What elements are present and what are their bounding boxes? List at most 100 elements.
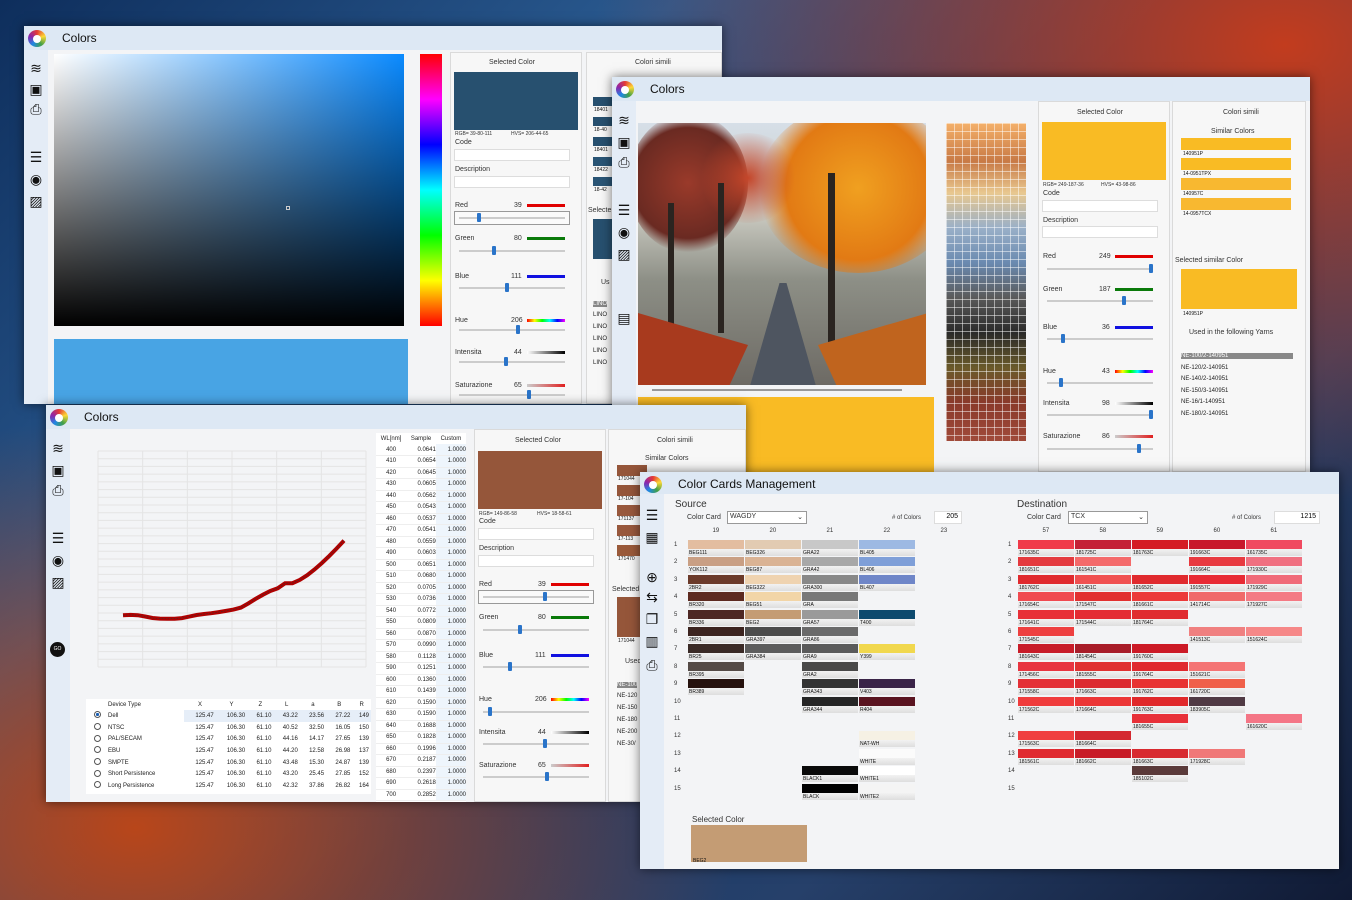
color-card-cell[interactable]: BLACK1 (802, 766, 858, 783)
spectrum-cell[interactable]: 0.2187 (406, 754, 436, 767)
yarn-item[interactable]: LINO (593, 348, 607, 354)
yarn-item[interactable]: NE-150 (617, 705, 637, 711)
color-card-cell[interactable]: GRA344 (802, 696, 858, 713)
print-icon[interactable]: ⎙ (615, 155, 633, 169)
color-card-cell[interactable]: GRA343 (802, 679, 858, 696)
spectrum-cell[interactable]: 0.0603 (406, 547, 436, 560)
color-card-cell[interactable]: BR320 (688, 592, 744, 609)
red-slider[interactable] (459, 213, 565, 222)
spectrum-cell[interactable]: 0.0654 (406, 455, 436, 468)
picker-icon[interactable]: ◉ (27, 172, 45, 186)
spectrum-cell[interactable]: 540 (376, 605, 407, 617)
print-icon[interactable]: ⎙ (643, 658, 661, 672)
similar-code[interactable]: 140951P (1183, 151, 1203, 157)
spectrum-cell[interactable]: 0.1590 (406, 697, 436, 709)
similar-code[interactable]: 14-0957TCX (1183, 211, 1211, 217)
spectrum-row[interactable]: 700 0.2852 1.0000 (376, 789, 466, 801)
code-field[interactable] (478, 528, 594, 540)
spectrum-row[interactable]: 670 0.2187 1.0000 (376, 754, 466, 767)
yarn-item[interactable]: NE-180 (617, 717, 637, 723)
delete-icon[interactable]: ▥ (643, 634, 661, 648)
color-card-cell[interactable]: BR389 (688, 679, 744, 696)
description-field[interactable] (454, 176, 570, 188)
spectrum-row[interactable]: 560 0.0870 1.0000 (376, 628, 466, 640)
spectrum-cell[interactable]: 0.1128 (406, 651, 436, 663)
spectrum-cell[interactable]: 480 (376, 536, 407, 548)
spectrum-cell[interactable]: 0.0562 (406, 490, 436, 502)
color-card-cell[interactable]: WHITE2 (859, 783, 915, 800)
go-button[interactable]: GO (50, 642, 65, 657)
spectrum-cell[interactable]: 1.0000 (435, 582, 466, 594)
blue-slider[interactable] (483, 662, 589, 671)
color-card-cell[interactable]: 161735C (1246, 540, 1302, 556)
spectrum-row[interactable]: 480 0.0559 1.0000 (376, 536, 466, 548)
spectrum-cell[interactable]: 670 (376, 754, 407, 767)
hue-slider[interactable] (459, 325, 565, 334)
print-icon[interactable]: ⎙ (27, 102, 45, 116)
color-card-cell[interactable]: BLACK (802, 783, 858, 800)
color-card-cell[interactable]: 181664C (1075, 731, 1131, 748)
code-field[interactable] (1042, 200, 1158, 212)
color-card-cell[interactable]: 161451C (1075, 574, 1131, 591)
color-card-cell[interactable]: 2BR2 (688, 574, 744, 591)
yarn-item[interactable]: NE-180/2-140951 (1181, 411, 1228, 417)
spectrum-row[interactable]: 460 0.0537 1.0000 (376, 513, 466, 525)
color-card-cell[interactable]: WHITE1 (859, 766, 915, 783)
spectrum-cell[interactable]: 530 (376, 593, 407, 606)
color-card-cell[interactable]: 181661C (1132, 592, 1188, 609)
color-card-cell[interactable]: NAT-WH (859, 731, 915, 748)
similar-code[interactable]: 14-0951TPX (1183, 171, 1211, 177)
device-radio[interactable] (86, 745, 108, 757)
yarn-item[interactable]: NE-200 (617, 729, 637, 735)
spectrum-cell[interactable]: 0.0537 (406, 513, 436, 525)
spectrum-row[interactable]: 520 0.0705 1.0000 (376, 582, 466, 594)
spectrum-cell[interactable]: 580 (376, 651, 407, 663)
spectrum-cell[interactable]: 1.0000 (435, 501, 466, 514)
color-card-cell[interactable]: 161620C (1246, 714, 1302, 730)
spectrum-cell[interactable]: 1.0000 (435, 777, 466, 790)
similar-code[interactable]: 18-40 (594, 127, 607, 133)
spectrum-cell[interactable]: 0.1360 (406, 674, 436, 686)
color-card-cell[interactable]: 171929C (1246, 574, 1302, 591)
color-card-cell[interactable]: BEG2 (745, 609, 801, 626)
color-card-cell[interactable]: BL407 (859, 574, 915, 591)
spectrum-cell[interactable]: 1.0000 (435, 766, 466, 778)
spectrum-row[interactable]: 570 0.0990 1.0000 (376, 639, 466, 652)
color-card-cell[interactable]: 171562C (1018, 696, 1074, 713)
spectrum-cell[interactable]: 0.0809 (406, 616, 436, 629)
spectrum-cell[interactable]: 420 (376, 467, 407, 479)
spectrum-cell[interactable]: 1.0000 (435, 444, 466, 456)
color-card-cell[interactable]: BEG51 (745, 592, 801, 609)
green-slider[interactable] (1047, 296, 1153, 305)
device-row[interactable]: PAL/SECAM 125.47 106.30 61.10 44.16 14.17 27.6… (86, 733, 371, 745)
color-card-cell[interactable]: GRA22 (802, 540, 858, 556)
color-card-cell[interactable]: 181762C (1018, 574, 1074, 591)
similar-code[interactable]: 171470 (618, 556, 635, 562)
spectrum-cell[interactable]: 1.0000 (435, 708, 466, 721)
spectrum-cell[interactable]: 1.0000 (435, 720, 466, 732)
spectrum-cell[interactable]: 1.0000 (435, 789, 466, 801)
color-card-cell[interactable]: BL405 (859, 540, 915, 556)
spectrum-cell[interactable]: 0.0641 (406, 444, 436, 456)
spectrum-cell[interactable]: 0.2852 (406, 789, 436, 801)
spectrum-cell[interactable]: 0.1996 (406, 743, 436, 755)
spectrum-cell[interactable]: 0.0870 (406, 628, 436, 640)
field-cursor[interactable] (286, 206, 290, 210)
spectrum-cell[interactable]: 0.1688 (406, 720, 436, 732)
device-row[interactable]: Long Persistence 125.47 106.30 61.10 42.32 37… (86, 780, 371, 792)
spectrum-cell[interactable]: 1.0000 (435, 593, 466, 606)
color-card-cell[interactable]: 2BR1 (688, 627, 744, 643)
spectrum-cell[interactable]: 460 (376, 513, 407, 525)
color-card-cell[interactable]: GRA42 (802, 557, 858, 574)
spectrum-cell[interactable]: 500 (376, 559, 407, 571)
spectrum-row[interactable]: 660 0.1996 1.0000 (376, 743, 466, 755)
saturation-slider[interactable] (1047, 444, 1153, 453)
yarn-item[interactable]: LINO (593, 336, 607, 342)
spectrum-cell[interactable]: 0.0772 (406, 605, 436, 617)
dest-ncolors[interactable]: 1215 (1274, 511, 1320, 524)
color-card-cell[interactable]: V403 (859, 679, 915, 696)
spectrum-cell[interactable]: 590 (376, 662, 407, 675)
spectrum-row[interactable]: 420 0.0645 1.0000 (376, 467, 466, 479)
color-card-cell[interactable]: 191762C (1132, 679, 1188, 696)
spectrum-cell[interactable]: 1.0000 (435, 743, 466, 755)
